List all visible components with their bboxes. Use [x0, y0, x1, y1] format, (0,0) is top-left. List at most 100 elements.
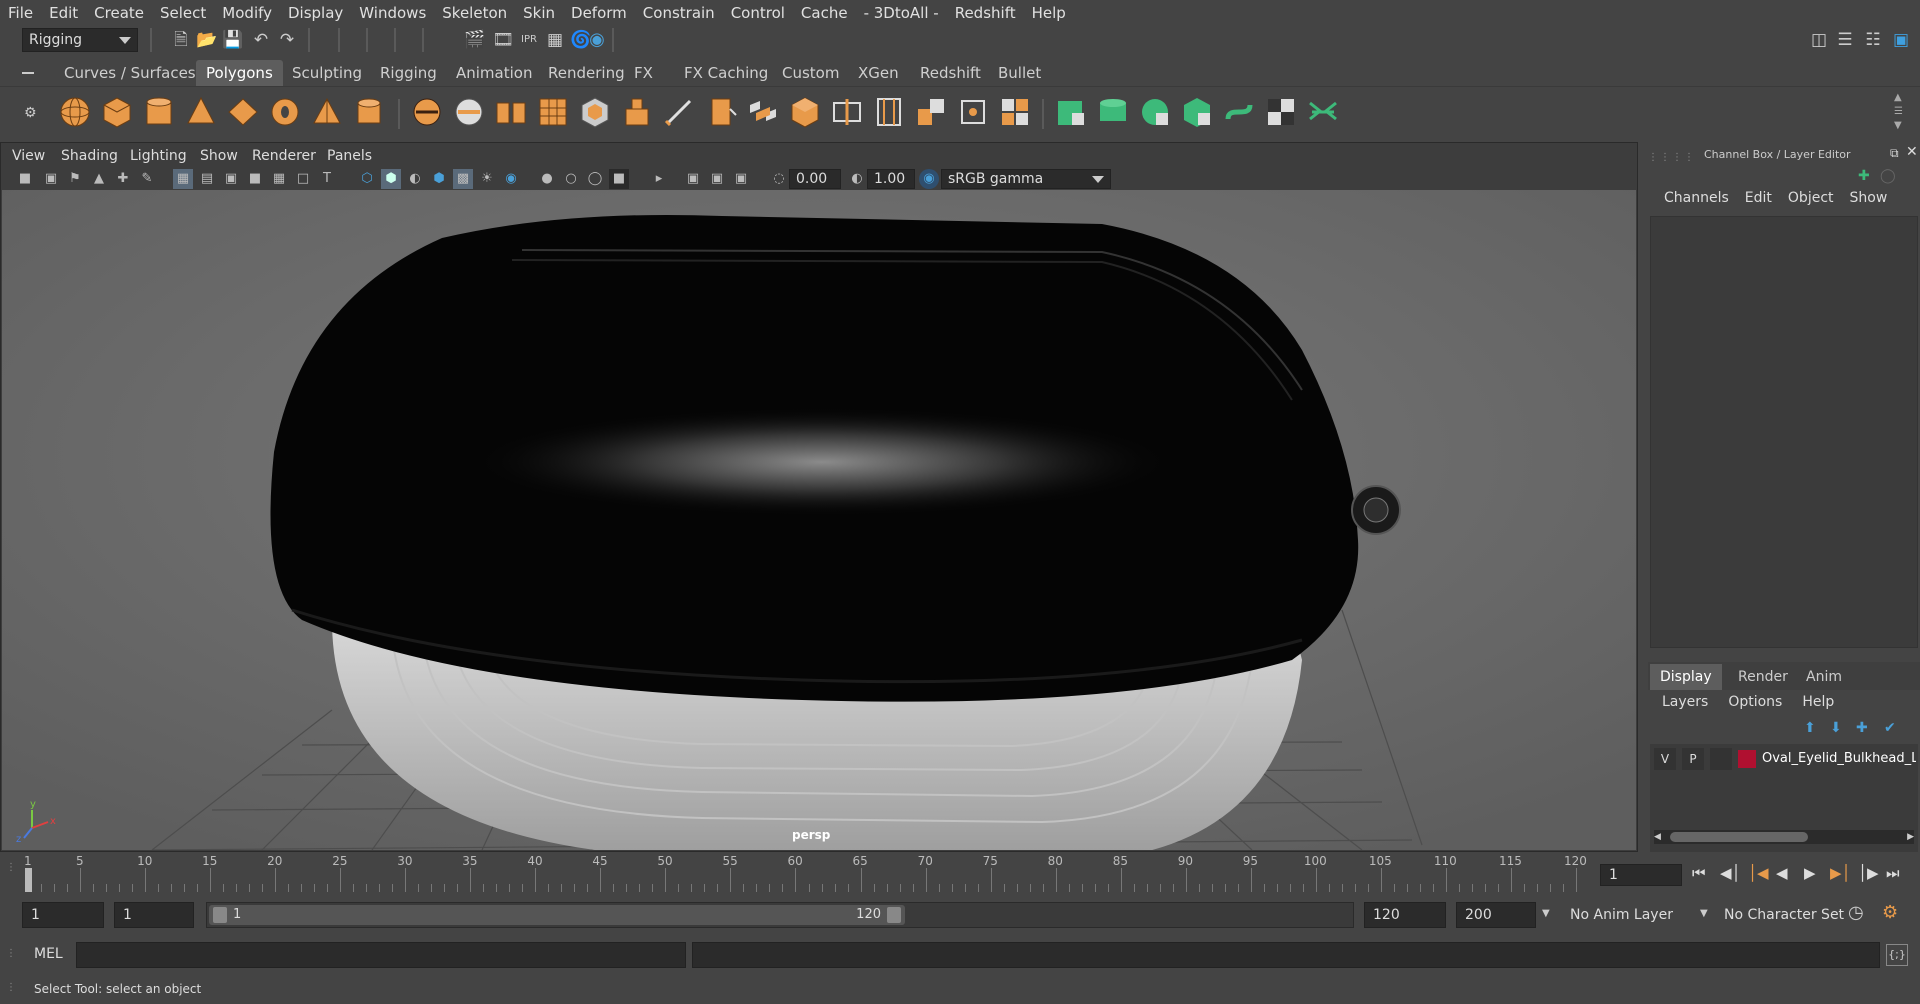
render-frame-icon[interactable]: 🎬 [464, 29, 486, 51]
open-scene-icon[interactable]: 📂 [196, 29, 218, 51]
multi-cut-icon[interactable] [662, 95, 696, 129]
modeling-toolkit-icon[interactable]: ◫ [1808, 29, 1830, 51]
poly-cube-icon[interactable] [100, 95, 134, 129]
offset-edge-loop-icon[interactable] [872, 95, 906, 129]
channel-box-icon[interactable]: ▣ [1890, 29, 1912, 51]
character-set-dropdown[interactable]: No Character Set [1716, 902, 1852, 928]
separate-icon[interactable] [452, 95, 486, 129]
shadows-icon[interactable]: ☀ [477, 169, 497, 189]
menu-help[interactable]: Help [1024, 0, 1074, 26]
attribute-editor-icon[interactable]: ☰ [1834, 29, 1856, 51]
field-chart-icon[interactable]: ▦ [269, 169, 289, 189]
poly-plane-icon[interactable] [226, 95, 260, 129]
shelf-tab-fx-caching[interactable]: FX Caching [674, 60, 778, 86]
layer-color-swatch[interactable] [1738, 750, 1756, 768]
depth-of-field-icon[interactable]: ■ [609, 169, 629, 189]
vp-menu-panels[interactable]: Panels [327, 143, 372, 169]
anti-aliasing-icon[interactable]: ◯ [585, 169, 605, 189]
anim-layer-dropdown[interactable]: No Anim Layer [1562, 902, 1698, 928]
menu-edit[interactable]: Edit [41, 0, 86, 26]
grid-icon[interactable]: ▦ [173, 169, 193, 189]
script-editor-icon[interactable]: {;} [1886, 944, 1908, 966]
playback-end-field[interactable]: 120 [1364, 902, 1446, 928]
play-forwards-icon[interactable]: ▶ [1804, 864, 1816, 882]
bridge-icon[interactable] [746, 95, 780, 129]
go-to-end-icon[interactable]: ⏭ [1886, 864, 1900, 882]
wireframe-on-shaded-icon[interactable]: ◐ [405, 169, 425, 189]
viewport-3d-scene[interactable]: y x z persp [2, 190, 1636, 850]
animation-preferences-icon[interactable]: ⚙ [1882, 902, 1898, 923]
menu-modify[interactable]: Modify [214, 0, 280, 26]
gear-icon[interactable]: ⚙ [24, 105, 37, 121]
render-view-icon[interactable]: ◉ [586, 29, 608, 51]
shelf-menu-icon[interactable] [22, 60, 40, 86]
uv-cylindrical-icon[interactable] [1096, 95, 1130, 129]
xray-icon[interactable]: ◉ [501, 169, 521, 189]
shelf-tab-sculpting[interactable]: Sculpting [282, 60, 372, 86]
layer-hscrollbar[interactable]: ◀ ▶ [1654, 830, 1914, 844]
textured-icon[interactable]: ⬢ [429, 169, 449, 189]
save-scene-icon[interactable]: 💾 [222, 29, 244, 51]
menu-set-dropdown[interactable]: Rigging [22, 28, 138, 52]
range-bar[interactable]: 1 120 [209, 905, 905, 925]
move-layer-up-icon[interactable]: ⬆ [1804, 720, 1816, 736]
undo-icon[interactable]: ↶ [250, 29, 272, 51]
menu-create[interactable]: Create [86, 0, 152, 26]
panel-grip[interactable]: ⋮⋮⋮⋮ [1648, 152, 1696, 163]
uv-editor-icon[interactable] [1306, 95, 1340, 129]
gamma-icon[interactable]: ◐ [847, 169, 867, 189]
xray-active-icon[interactable]: ▣ [707, 169, 727, 189]
shelf-tab-redshift[interactable]: Redshift [910, 60, 991, 86]
shelf-tab-fx[interactable]: FX [624, 60, 663, 86]
poly-cone-icon[interactable] [184, 95, 218, 129]
manipulator-icon[interactable]: ✚ [1858, 168, 1870, 184]
help-grip[interactable]: ⋮ [6, 982, 16, 993]
screen-space-ao-icon[interactable]: ● [537, 169, 557, 189]
move-layer-down-icon[interactable]: ⬇ [1830, 720, 1842, 736]
layer-tab-render[interactable]: Render [1728, 664, 1798, 690]
menu-file[interactable]: File [0, 0, 41, 26]
safe-title-icon[interactable]: T [317, 169, 337, 189]
cb-menu-channels[interactable]: Channels [1656, 190, 1737, 206]
extrude-icon[interactable] [620, 95, 654, 129]
resolution-gate-icon[interactable]: ▣ [221, 169, 241, 189]
new-layer-selected-icon[interactable]: ✔ [1884, 720, 1896, 736]
playback-start-field[interactable]: 1 [114, 902, 194, 928]
ipr-render-icon[interactable]: IPR [518, 29, 540, 51]
shelf-tab-animation[interactable]: Animation [446, 60, 542, 86]
smooth-shade-icon[interactable]: ⬢ [381, 169, 401, 189]
gamma-field[interactable]: 1.00 [867, 169, 915, 189]
current-frame-field[interactable]: 1 [1600, 864, 1682, 886]
layer-visibility-toggle[interactable]: V [1654, 748, 1676, 770]
speed-icon[interactable]: ◯ [1880, 168, 1896, 184]
bookmark-icon[interactable]: ⚑ [65, 169, 85, 189]
xray-joints-icon[interactable]: ▣ [683, 169, 703, 189]
timeline-grip[interactable]: ⋮ [6, 862, 16, 873]
layer-menu-help[interactable]: Help [1796, 694, 1840, 710]
menu-control[interactable]: Control [723, 0, 793, 26]
scroll-left-icon[interactable]: ◀ [1654, 832, 1661, 842]
select-camera-icon[interactable]: ■ [15, 169, 35, 189]
fill-hole-icon[interactable] [998, 95, 1032, 129]
anim-end-field[interactable]: 200 [1456, 902, 1536, 928]
shelf-tab-rigging[interactable]: Rigging [370, 60, 447, 86]
layer-row[interactable]: V P Oval_Eyelid_Bulkhead_Li [1652, 748, 1916, 770]
gate-mask-icon[interactable]: ■ [245, 169, 265, 189]
range-start-handle[interactable] [213, 907, 227, 923]
vp-menu-shading[interactable]: Shading [61, 143, 118, 169]
time-slider-track[interactable]: 1 5 10 15 20 25 30 35 40 45 50 55 60 65 70 75 80 85 90 95 10… [20, 854, 1588, 894]
layer-display-type-toggle[interactable] [1710, 748, 1732, 770]
menu-select[interactable]: Select [152, 0, 214, 26]
exposure-field[interactable]: 0.00 [789, 169, 841, 189]
cb-menu-show[interactable]: Show [1842, 190, 1896, 206]
go-to-start-icon[interactable]: ⏮ [1692, 864, 1706, 882]
bevel-icon[interactable] [704, 95, 738, 129]
close-icon[interactable]: ✕ [1906, 144, 1918, 160]
layer-playback-toggle[interactable]: P [1682, 748, 1704, 770]
shelf-tab-xgen[interactable]: XGen [848, 60, 909, 86]
use-all-lights-icon[interactable]: ▩ [453, 169, 473, 189]
step-forward-frame-icon[interactable]: │▶ [1858, 864, 1879, 882]
menu-skin[interactable]: Skin [515, 0, 563, 26]
shelf-tab-polygons[interactable]: Polygons [196, 60, 283, 86]
combine-icon[interactable] [410, 95, 444, 129]
